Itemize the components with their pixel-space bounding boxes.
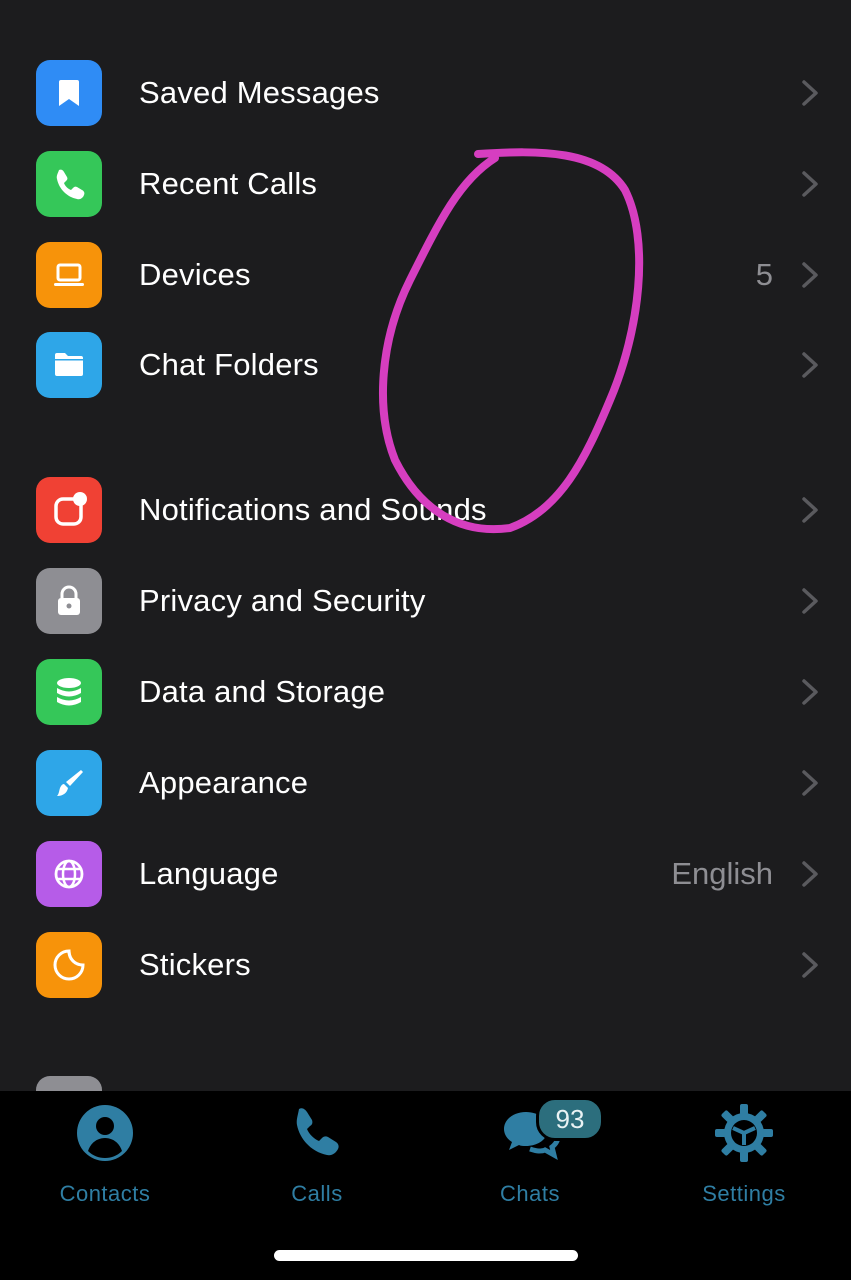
recent-calls-row[interactable]: Recent Calls [0, 139, 851, 229]
notification-icon [36, 477, 102, 543]
privacy-row[interactable]: Privacy and Security [0, 556, 851, 646]
stickers-label: Stickers [139, 947, 251, 982]
tab-settings-label: Settings [702, 1181, 786, 1206]
tab-calls[interactable]: Calls [237, 1101, 397, 1211]
phone-icon [296, 1108, 339, 1156]
data-storage-row[interactable]: Data and Storage [0, 647, 851, 737]
folder-icon [36, 332, 102, 398]
bookmark-icon [36, 60, 102, 126]
appearance-row[interactable]: Appearance [0, 738, 851, 828]
chevron-right-icon [802, 952, 818, 978]
data-storage-label: Data and Storage [139, 674, 386, 709]
language-label: Language [139, 856, 279, 891]
home-indicator [274, 1250, 578, 1261]
chat-folders-label: Chat Folders [139, 347, 319, 382]
chevron-right-icon [802, 262, 818, 288]
sticker-icon [36, 932, 102, 998]
language-row[interactable]: Language English [0, 829, 851, 919]
phone-icon [36, 151, 102, 217]
chevron-right-icon [802, 171, 818, 197]
chats-unread-badge: 93 [536, 1097, 604, 1141]
devices-count: 5 [755, 257, 773, 292]
chat-folders-row[interactable]: Chat Folders [0, 320, 851, 410]
chevron-right-icon [802, 679, 818, 705]
privacy-label: Privacy and Security [139, 583, 426, 618]
tab-chats[interactable]: 93 Chats [450, 1097, 610, 1211]
devices-row[interactable]: Devices 5 [0, 230, 851, 320]
tab-settings[interactable]: Settings [664, 1101, 824, 1211]
saved-messages-row[interactable]: Saved Messages [0, 48, 851, 138]
globe-icon [36, 841, 102, 907]
person-icon [77, 1105, 133, 1161]
devices-label: Devices [139, 257, 251, 292]
appearance-label: Appearance [139, 765, 309, 800]
saved-messages-label: Saved Messages [139, 75, 380, 110]
chevron-right-icon [802, 588, 818, 614]
database-icon [36, 659, 102, 725]
chevron-right-icon [802, 497, 818, 523]
language-value: English [671, 856, 773, 891]
stickers-row[interactable]: Stickers [0, 920, 851, 1010]
tab-contacts-label: Contacts [59, 1181, 151, 1206]
gear-icon [715, 1104, 773, 1162]
chevron-right-icon [802, 861, 818, 887]
notifications-label: Notifications and Sounds [139, 492, 487, 527]
chevron-right-icon [802, 80, 818, 106]
recent-calls-label: Recent Calls [139, 166, 318, 201]
chevron-right-icon [802, 770, 818, 796]
notifications-row[interactable]: Notifications and Sounds [0, 465, 851, 555]
tab-calls-label: Calls [291, 1181, 343, 1206]
tab-contacts[interactable]: Contacts [25, 1101, 185, 1211]
brush-icon [36, 750, 102, 816]
lock-icon [36, 568, 102, 634]
chevron-right-icon [802, 352, 818, 378]
tab-chats-label: Chats [500, 1181, 560, 1206]
laptop-icon [36, 242, 102, 308]
